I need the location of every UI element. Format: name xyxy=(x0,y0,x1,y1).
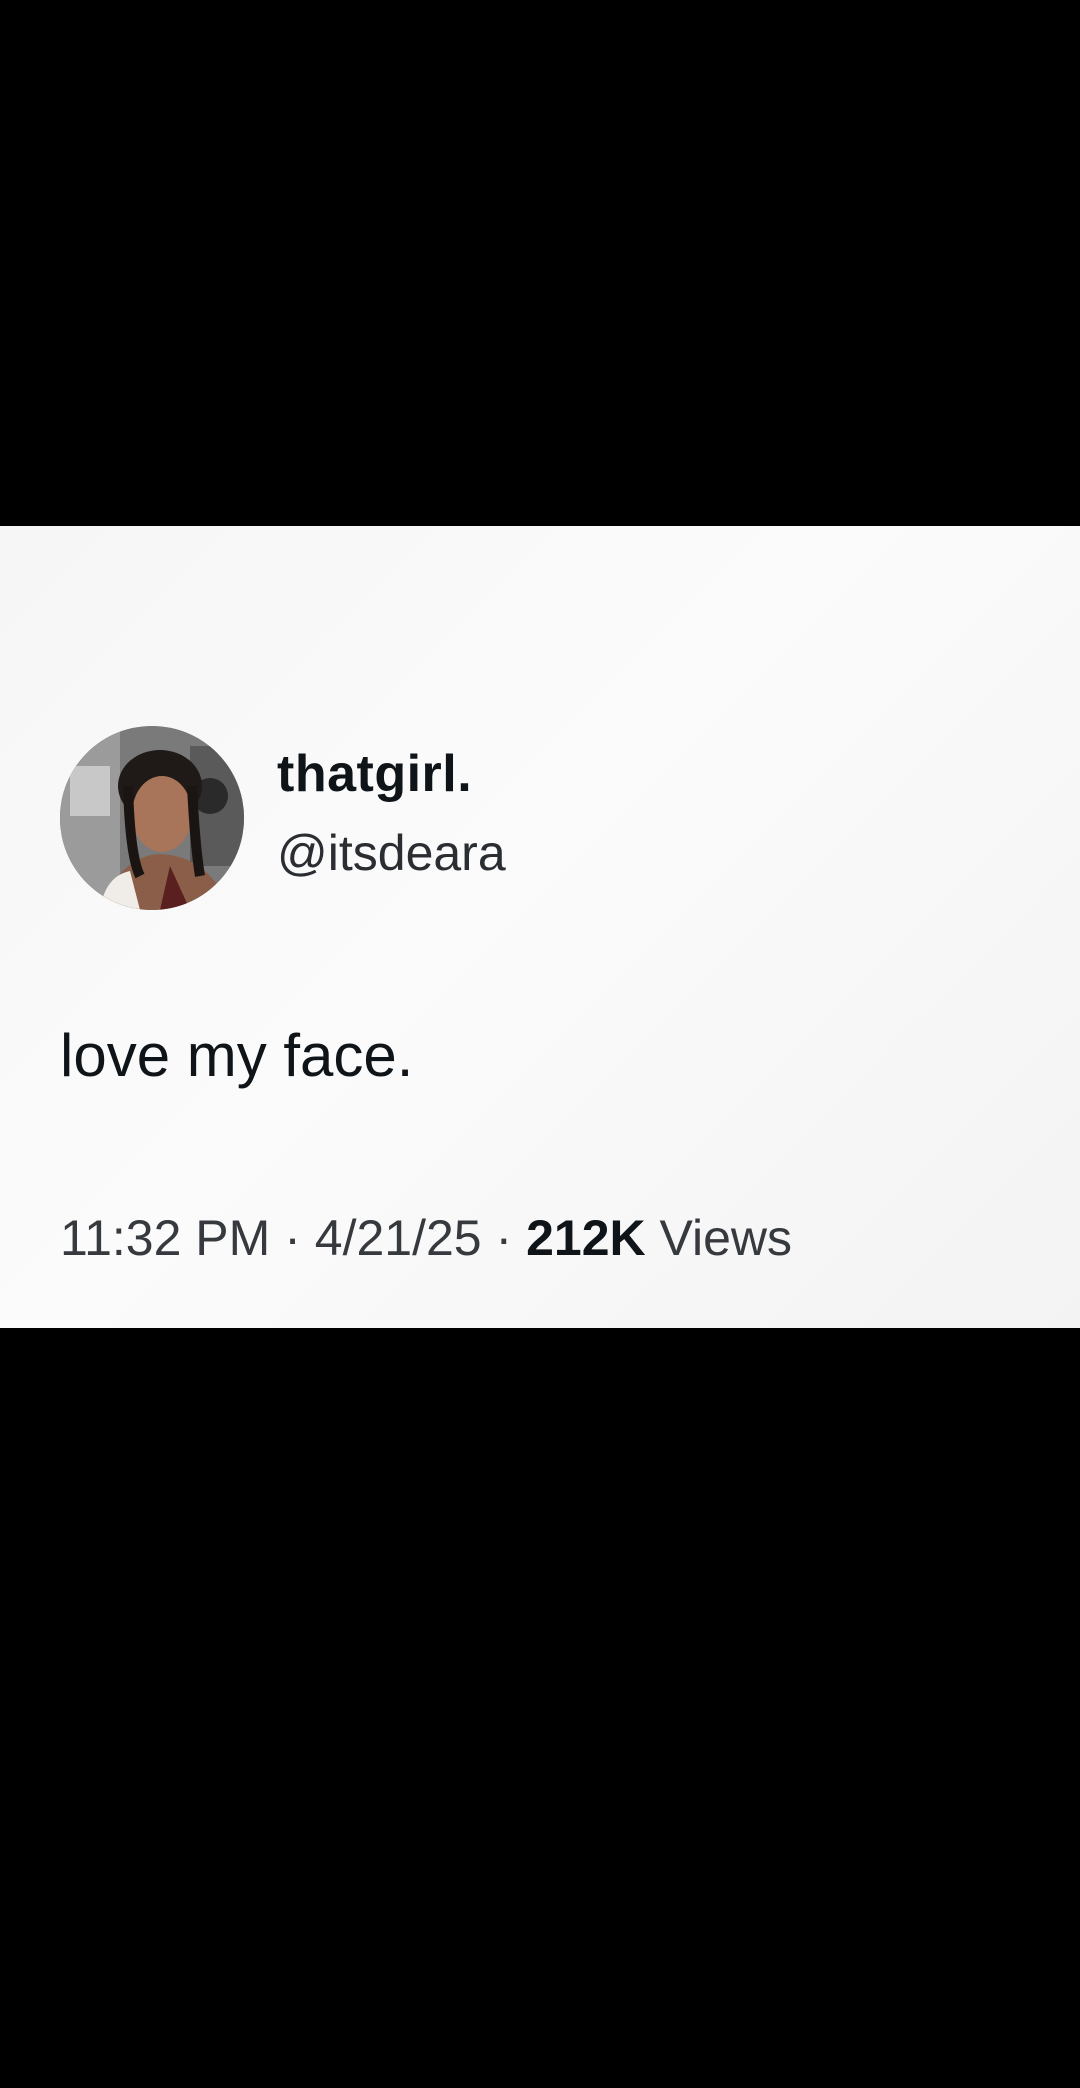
tweet-text: love my face. xyxy=(60,1022,414,1089)
user-handle[interactable]: @itsdeara xyxy=(277,824,506,882)
views-count[interactable]: 212K xyxy=(526,1210,646,1266)
tweet-time[interactable]: 11:32 PM xyxy=(60,1210,270,1266)
meta-separator: · xyxy=(495,1210,513,1266)
avatar-photo xyxy=(60,726,244,910)
display-name[interactable]: thatgirl. xyxy=(277,744,472,804)
tweet-card: thatgirl. @itsdeara love my face. 11:32 … xyxy=(0,526,1080,1328)
meta-separator: · xyxy=(284,1210,301,1266)
avatar[interactable] xyxy=(60,726,244,910)
screen: thatgirl. @itsdeara love my face. 11:32 … xyxy=(0,0,1080,2088)
tweet-date[interactable]: 4/21/25 xyxy=(315,1210,482,1266)
tweet-meta: 11:32 PM · 4/21/25 · 212K Views xyxy=(60,1209,792,1267)
views-label[interactable]: Views xyxy=(660,1210,792,1266)
